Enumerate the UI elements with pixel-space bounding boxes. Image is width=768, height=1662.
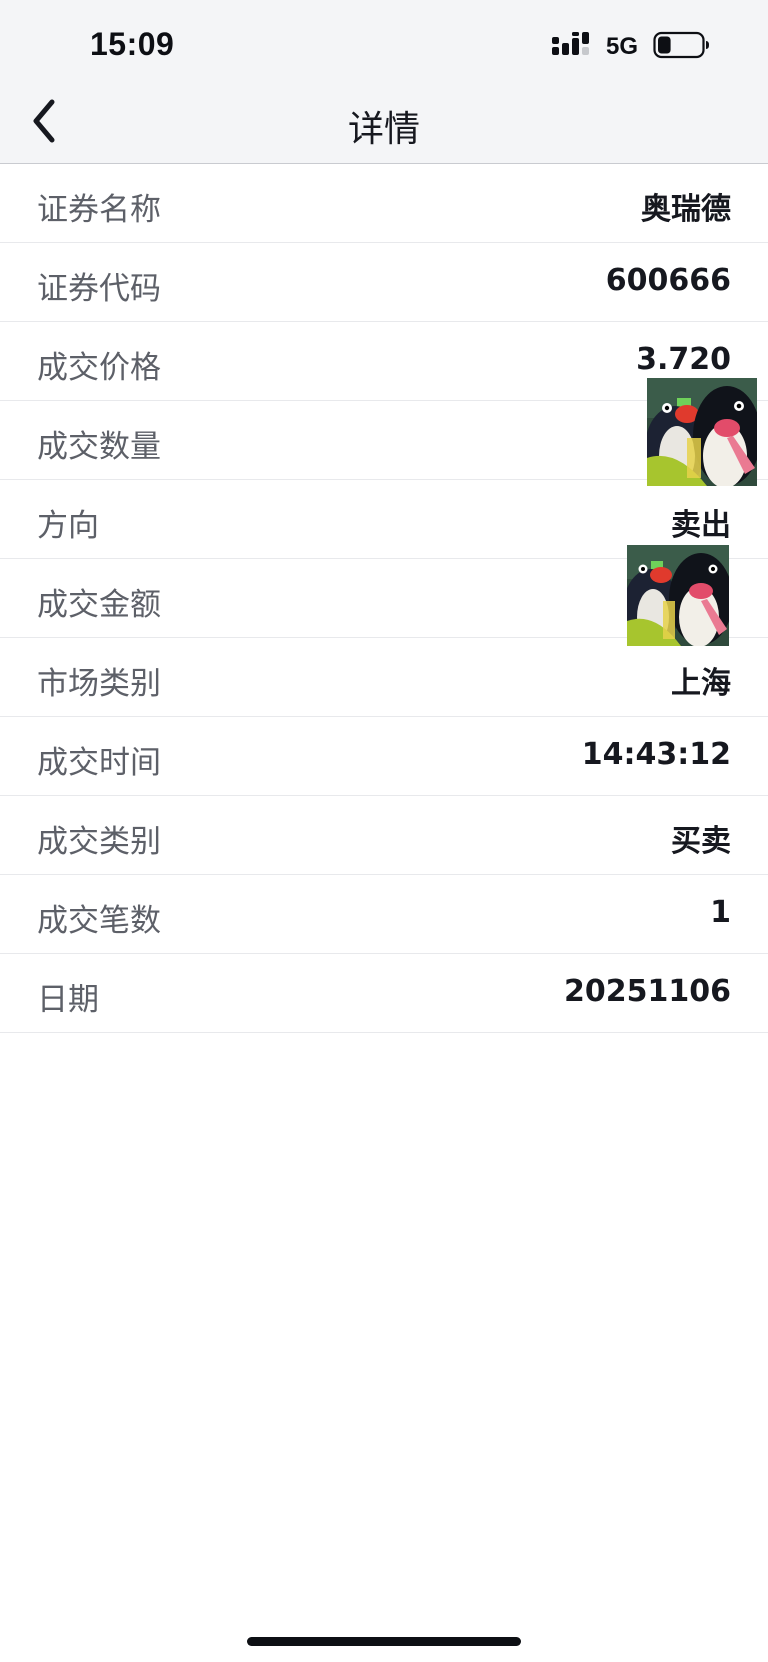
detail-value: 上海 bbox=[671, 666, 731, 701]
detail-value: 20251106 bbox=[564, 974, 731, 1009]
cellular-signal-icon bbox=[552, 32, 589, 55]
detail-row: 日期 20251106 bbox=[0, 954, 768, 1033]
trade-detail-screen: 15:09 5G 详情 证券名称 奥瑞德证券代码 600666 成交价格 3.720 成交… bbox=[0, 0, 768, 1662]
detail-label: 成交价格 bbox=[37, 350, 161, 386]
detail-value: 买卖 bbox=[671, 824, 731, 859]
detail-label: 市场类别 bbox=[37, 666, 161, 702]
penguin-sticker-image bbox=[647, 378, 757, 486]
detail-row: 成交时间 14:43:12 bbox=[0, 717, 768, 796]
detail-value: 卖出 bbox=[671, 508, 731, 543]
detail-value: 14:43:12 bbox=[581, 737, 731, 772]
detail-label: 成交笔数 bbox=[37, 903, 161, 939]
detail-value: 1 bbox=[710, 895, 731, 930]
detail-value: 奥瑞德 bbox=[641, 192, 731, 227]
detail-label: 成交类别 bbox=[37, 824, 161, 860]
penguin-sticker-image bbox=[627, 545, 729, 646]
detail-value: 3.720 bbox=[636, 342, 731, 377]
detail-label: 方向 bbox=[37, 508, 99, 544]
detail-label: 成交时间 bbox=[37, 745, 161, 781]
top-bar: 15:09 5G 详情 bbox=[0, 0, 768, 164]
detail-label: 证券代码 bbox=[37, 271, 161, 307]
detail-label: 日期 bbox=[37, 982, 99, 1018]
battery-icon bbox=[653, 31, 709, 59]
detail-row: 市场类别 上海 bbox=[0, 638, 768, 717]
detail-row: 证券代码 600666 bbox=[0, 243, 768, 322]
home-indicator bbox=[247, 1637, 521, 1646]
detail-value: 600666 bbox=[605, 263, 731, 298]
page-title: 详情 bbox=[347, 109, 420, 150]
detail-row: 证券名称 奥瑞德 bbox=[0, 164, 768, 243]
detail-row: 成交类别 买卖 bbox=[0, 796, 768, 875]
status-time: 15:09 bbox=[90, 26, 175, 62]
detail-row: 成交笔数 1 bbox=[0, 875, 768, 954]
detail-label: 成交数量 bbox=[37, 429, 161, 465]
detail-label: 证券名称 bbox=[37, 192, 161, 228]
detail-label: 成交金额 bbox=[37, 587, 161, 623]
network-type: 5G bbox=[606, 33, 639, 60]
